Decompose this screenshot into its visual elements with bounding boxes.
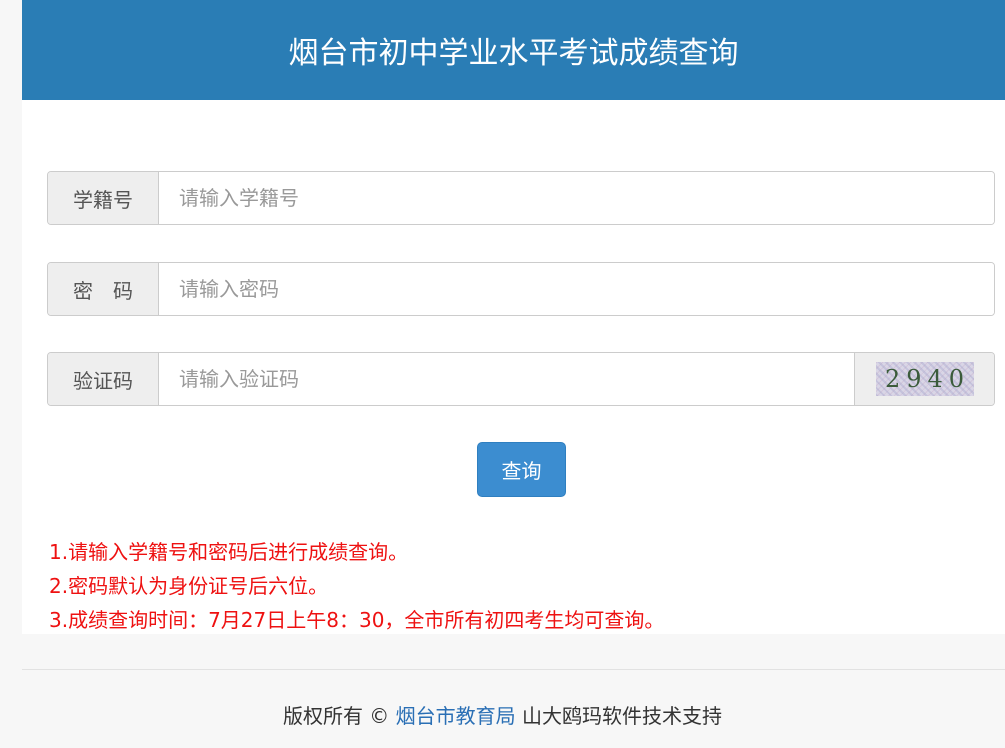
submit-button[interactable]: 查询: [477, 442, 566, 497]
footer-support: 山大鸥玛软件技术支持: [515, 704, 723, 728]
captcha-image[interactable]: 2940: [876, 362, 974, 396]
notes-block: 1.请输入学籍号和密码后进行成绩查询。 2.密码默认为身份证号后六位。 3.成绩…: [49, 535, 664, 637]
password-input[interactable]: [159, 263, 994, 315]
student-id-group: 学籍号: [47, 171, 995, 225]
note-line-1: 1.请输入学籍号和密码后进行成绩查询。: [49, 540, 409, 564]
student-id-label: 学籍号: [48, 172, 159, 224]
captcha-label: 验证码: [48, 353, 159, 405]
footer: 版权所有 © 烟台市教育局 山大鸥玛软件技术支持: [0, 700, 1005, 729]
captcha-group: 验证码 2940: [47, 352, 995, 406]
page: 烟台市初中学业水平考试成绩查询 学籍号 密 码 验证码 2940 查询 1.请输…: [0, 0, 1005, 748]
page-title: 烟台市初中学业水平考试成绩查询: [288, 36, 739, 71]
password-group: 密 码: [47, 262, 995, 316]
password-label: 密 码: [48, 263, 159, 315]
footer-divider: [22, 669, 1005, 670]
footer-copyright: 版权所有 ©: [282, 704, 396, 728]
captcha-input[interactable]: [159, 353, 854, 405]
captcha-image-container[interactable]: 2940: [854, 353, 994, 405]
student-id-input[interactable]: [159, 172, 994, 224]
education-bureau-link[interactable]: 烟台市教育局: [396, 704, 516, 728]
page-header: 烟台市初中学业水平考试成绩查询: [22, 0, 1005, 100]
note-line-2: 2.密码默认为身份证号后六位。: [49, 574, 329, 598]
note-line-3: 3.成绩查询时间：7月27日上午8：30，全市所有初四考生均可查询。: [49, 608, 665, 632]
